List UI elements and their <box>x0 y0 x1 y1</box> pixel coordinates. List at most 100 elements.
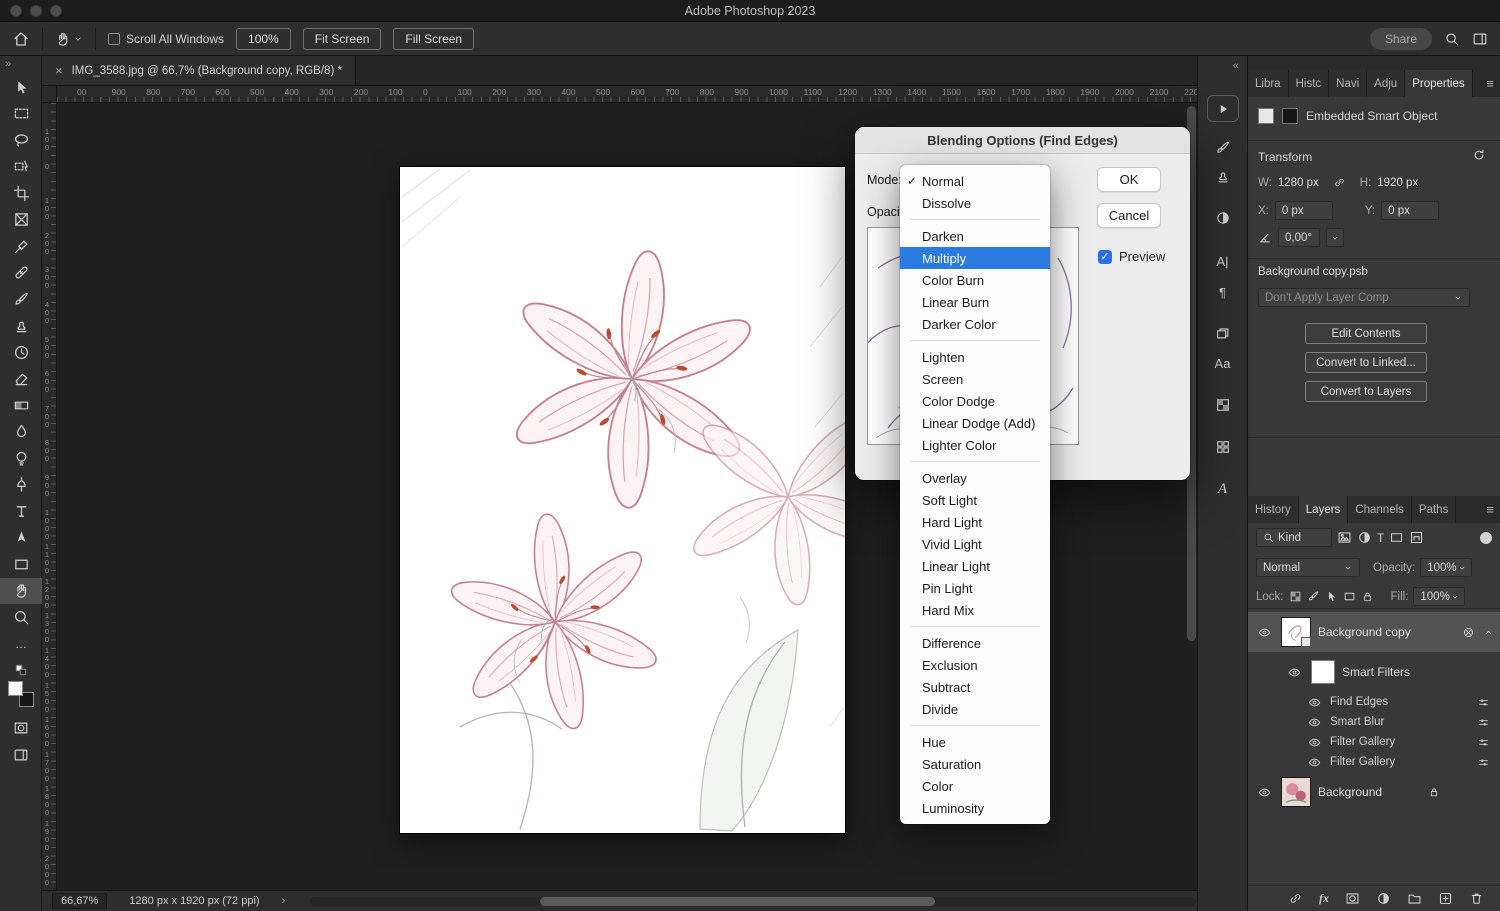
brush-tool[interactable] <box>0 286 42 313</box>
path-selection-tool[interactable] <box>0 525 42 552</box>
window-minimize-button[interactable] <box>30 5 42 17</box>
filter-blending-options-icon[interactable] <box>1477 756 1490 769</box>
type-layer-filter-icon[interactable]: T <box>1377 531 1384 545</box>
vertical-ruler[interactable]: 1000100200300400500600700800900100011001… <box>42 103 57 890</box>
opacity-select[interactable]: 100% <box>1420 558 1472 577</box>
layers-tab-history[interactable]: History <box>1248 496 1299 523</box>
shape-layer-filter-icon[interactable] <box>1389 530 1404 545</box>
preview-checkbox[interactable]: ✓ Preview <box>1098 249 1165 264</box>
eraser-tool[interactable] <box>0 366 42 393</box>
history-brush-tool[interactable] <box>0 339 42 366</box>
layer-visibility-icon[interactable] <box>1254 786 1274 799</box>
blend-mode-option-vivid-light[interactable]: Vivid Light <box>900 533 1050 555</box>
smart-object-filter-icon[interactable] <box>1409 530 1424 545</box>
zoom-tool[interactable] <box>0 604 42 631</box>
blend-mode-option-hard-light[interactable]: Hard Light <box>900 511 1050 533</box>
cancel-button[interactable]: Cancel <box>1097 203 1161 228</box>
brushes-panel-icon[interactable] <box>1211 137 1235 159</box>
panels-expand-icon[interactable]: « <box>1233 60 1239 72</box>
rect-marquee-tool[interactable] <box>0 101 42 128</box>
blend-mode-option-darker-color[interactable]: Darker Color <box>900 313 1050 335</box>
add-mask-icon[interactable] <box>1345 891 1360 906</box>
frame-tool[interactable] <box>0 207 42 234</box>
fill-select[interactable]: 100% <box>1413 587 1465 606</box>
layer-comp-select[interactable]: Don't Apply Layer Comp <box>1258 288 1470 307</box>
blend-mode-option-linear-dodge-add-[interactable]: Linear Dodge (Add) <box>900 412 1050 434</box>
blend-mode-option-lighter-color[interactable]: Lighter Color <box>900 434 1050 456</box>
blend-mode-option-color[interactable]: Color <box>900 775 1050 797</box>
window-zoom-button[interactable] <box>50 5 62 17</box>
blend-mode-option-lighten[interactable]: Lighten <box>900 346 1050 368</box>
properties-panel-menu-icon[interactable]: ≡ <box>1486 76 1494 91</box>
status-menu-chevron-icon[interactable]: › <box>282 895 286 907</box>
y-position-field[interactable]: 0 px <box>1381 201 1439 220</box>
blend-mode-option-pin-light[interactable]: Pin Light <box>900 577 1050 599</box>
adjustment-layer-filter-icon[interactable] <box>1357 530 1372 545</box>
width-value[interactable]: 1280 px <box>1278 177 1319 189</box>
share-button[interactable]: Share <box>1370 28 1432 50</box>
type-tool[interactable] <box>0 498 42 525</box>
reset-transform-icon[interactable] <box>1472 148 1486 162</box>
layer-visibility-icon[interactable] <box>1304 756 1324 769</box>
x-position-field[interactable]: 0 px <box>1275 201 1333 220</box>
pixel-layer-filter-icon[interactable] <box>1337 530 1352 545</box>
layers-tab-layers[interactable]: Layers <box>1299 496 1349 523</box>
blend-mode-option-divide[interactable]: Divide <box>900 698 1050 720</box>
paragraph-panel-icon[interactable]: ¶ <box>1211 281 1235 303</box>
crop-tool[interactable] <box>0 180 42 207</box>
rotation-dropdown-icon[interactable] <box>1326 228 1344 247</box>
edit-toolbar-icon[interactable]: … <box>0 631 42 658</box>
convert-to-linked-button[interactable]: Convert to Linked... <box>1305 352 1427 373</box>
horizontal-ruler[interactable]: 0090080070060050040030020010001002003004… <box>57 86 1197 103</box>
blend-mode-option-normal[interactable]: ✓Normal <box>900 170 1050 192</box>
clone-stamp-tool[interactable] <box>0 313 42 340</box>
layer-row-smart-blur[interactable]: Smart Blur <box>1248 712 1500 732</box>
delete-layer-icon[interactable] <box>1469 891 1484 906</box>
blend-mode-option-exclusion[interactable]: Exclusion <box>900 654 1050 676</box>
panel-tab-adju[interactable]: Adju <box>1367 70 1405 97</box>
close-tab-icon[interactable]: × <box>55 63 63 78</box>
default-colors-icon[interactable] <box>0 657 41 677</box>
blend-mode-select[interactable]: Normal <box>1256 558 1360 577</box>
layer-row-background-copy[interactable]: Background copy <box>1248 612 1500 652</box>
fill-screen-button[interactable]: Fill Screen <box>393 28 474 50</box>
canvas[interactable] <box>400 167 845 833</box>
layer-visibility-icon[interactable] <box>1254 626 1274 639</box>
kind-filter-select[interactable]: Kind <box>1256 528 1332 547</box>
blend-mode-option-screen[interactable]: Screen <box>900 368 1050 390</box>
quick-mask-icon[interactable] <box>0 715 42 742</box>
patterns-panel-icon[interactable] <box>1211 394 1235 416</box>
filter-blending-options-icon[interactable] <box>1477 696 1490 709</box>
layer-thumbnail[interactable] <box>1281 777 1311 807</box>
layer-row-smart-filters[interactable]: Smart Filters <box>1248 652 1500 692</box>
spot-healing-tool[interactable] <box>0 260 42 287</box>
layer-row-find-edges[interactable]: Find Edges <box>1248 692 1500 712</box>
link-dimensions-icon[interactable] <box>1333 176 1346 189</box>
filter-mask-thumbnail[interactable] <box>1311 660 1335 684</box>
blend-mode-option-color-burn[interactable]: Color Burn <box>900 269 1050 291</box>
lasso-tool[interactable] <box>0 127 42 154</box>
horizontal-scrollbar[interactable] <box>310 897 1196 906</box>
swatches-panel-icon[interactable] <box>1211 436 1235 458</box>
blend-mode-option-soft-light[interactable]: Soft Light <box>900 489 1050 511</box>
home-icon[interactable] <box>12 30 30 48</box>
dodge-tool[interactable] <box>0 445 42 472</box>
workspace-switcher-icon[interactable] <box>1472 31 1488 47</box>
color-swatches[interactable] <box>8 681 34 707</box>
window-close-button[interactable] <box>10 5 22 17</box>
object-selection-tool[interactable] <box>0 154 42 181</box>
blend-mode-option-hue[interactable]: Hue <box>900 731 1050 753</box>
smart-filter-indicator-icon[interactable] <box>1462 626 1475 639</box>
foreground-color-swatch[interactable] <box>8 681 23 696</box>
new-group-icon[interactable] <box>1407 891 1422 906</box>
lock-pixels-icon[interactable] <box>1307 590 1320 603</box>
blend-mode-option-color-dodge[interactable]: Color Dodge <box>900 390 1050 412</box>
character-styles-panel-icon[interactable]: Aa <box>1211 352 1235 374</box>
status-zoom-field[interactable]: 66,67% <box>52 893 107 909</box>
horizontal-scrollbar-thumb[interactable] <box>540 897 935 906</box>
layer-comps-panel-icon[interactable] <box>1211 322 1235 344</box>
convert-to-layers-button[interactable]: Convert to Layers <box>1305 381 1427 402</box>
hand-tool-preset-icon[interactable] <box>55 31 83 47</box>
panel-tab-histc[interactable]: Histc <box>1289 70 1330 97</box>
height-value[interactable]: 1920 px <box>1377 177 1418 189</box>
